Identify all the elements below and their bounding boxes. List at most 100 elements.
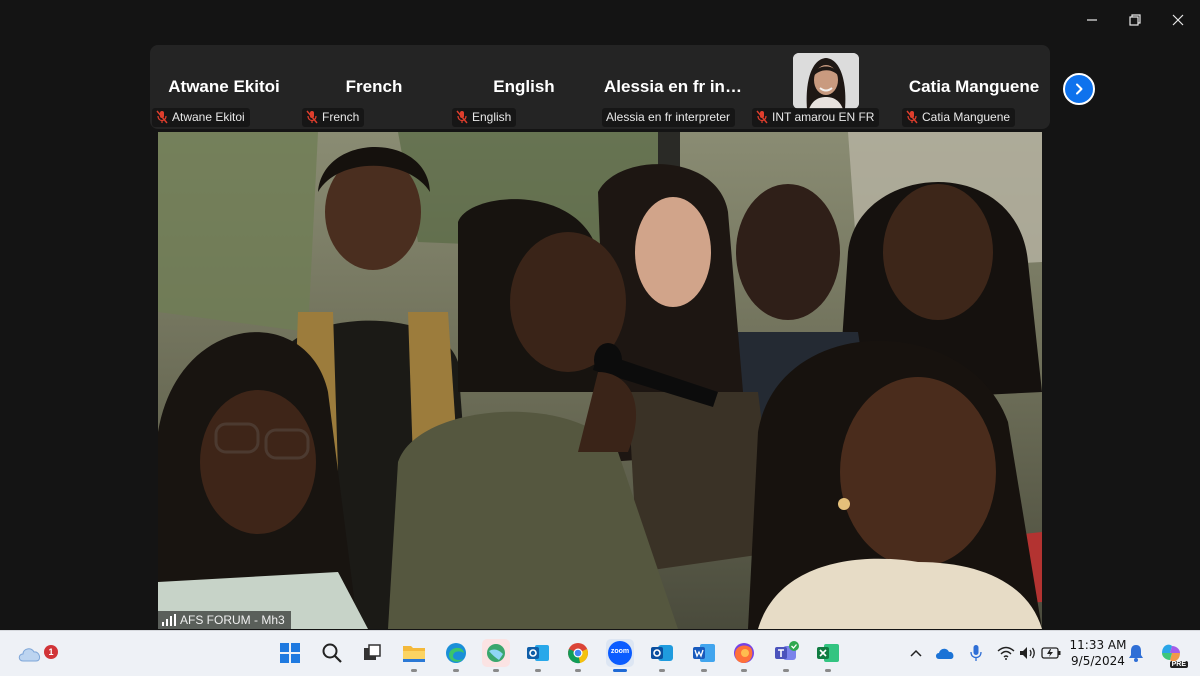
video-frame <box>158 132 1042 629</box>
active-indicator <box>613 669 627 672</box>
zoom-icon-label: zoom <box>610 648 630 655</box>
teams-icon <box>775 641 799 660</box>
search-icon <box>322 643 342 663</box>
volume-tray-button[interactable] <box>1018 643 1038 663</box>
participant-label: English <box>452 108 517 127</box>
maps-icon <box>487 644 505 662</box>
next-participants-button[interactable] <box>1063 73 1095 105</box>
excel-icon <box>817 644 839 662</box>
clock-date: 9/5/2024 <box>1071 654 1125 668</box>
volume-icon <box>1020 647 1035 659</box>
copilot-button[interactable]: PRE <box>1158 640 1188 668</box>
mic-muted-icon <box>306 110 318 124</box>
wifi-icon <box>997 646 1015 660</box>
taskbar-app-outlook-new[interactable] <box>648 639 676 672</box>
running-indicator <box>741 669 747 672</box>
notification-badge: 1 <box>44 645 58 659</box>
running-indicator <box>659 669 665 672</box>
bell-icon <box>1129 645 1143 662</box>
task-view-button[interactable] <box>358 639 386 667</box>
taskbar-clock[interactable]: 11:33 AM 9/5/2024 <box>1068 637 1128 669</box>
participant-label-text: French <box>322 110 360 124</box>
taskbar-app-outlook[interactable] <box>524 639 552 672</box>
participant-name: Catia Manguene <box>908 77 1040 96</box>
close-icon <box>1172 14 1184 26</box>
video-label: AFS FORUM - Mh3 <box>158 611 291 629</box>
word-icon <box>693 644 715 662</box>
running-indicator <box>825 669 831 672</box>
mic-muted-icon <box>156 110 168 124</box>
participant-name: French <box>345 77 403 96</box>
participant-label: INT amarou EN FR <box>752 108 880 127</box>
wifi-tray-button[interactable] <box>996 643 1016 663</box>
chevron-right-icon <box>1076 83 1083 95</box>
participant-tile[interactable]: French French <box>300 45 448 129</box>
participant-tile[interactable]: Atwane Ekitoi Atwane Ekitoi <box>150 45 298 129</box>
close-button[interactable] <box>1158 8 1198 32</box>
firefox-icon <box>734 643 754 663</box>
show-hidden-icons-button[interactable] <box>906 643 926 663</box>
participant-label: Atwane Ekitoi <box>152 108 250 127</box>
active-speaker-video[interactable]: AFS FORUM - Mh3 <box>158 132 1042 629</box>
windows-start-icon <box>280 643 300 663</box>
battery-charging-icon <box>1041 647 1061 659</box>
microphone-icon <box>970 645 982 661</box>
outlook-new-icon <box>651 645 673 661</box>
preview-badge: PRE <box>1169 661 1188 668</box>
participant-label: French <box>302 108 365 127</box>
taskbar-app-edge[interactable] <box>442 639 470 672</box>
taskbar-app-file-explorer[interactable] <box>400 639 428 672</box>
participant-tile[interactable]: Catia Manguene Catia Manguene <box>900 45 1048 129</box>
taskbar-app-excel[interactable] <box>814 639 842 672</box>
search-button[interactable] <box>318 639 346 667</box>
zoom-meeting-window: Atwane Ekitoi Atwane Ekitoi French Frenc… <box>0 0 1200 630</box>
mic-muted-icon <box>906 110 918 124</box>
signal-bars-icon <box>162 614 176 626</box>
windows-taskbar: 1 zoom 11:33 AM 9/5/2024 PRE <box>0 630 1200 676</box>
running-indicator <box>575 669 581 672</box>
taskbar-app-zoom[interactable]: zoom <box>606 639 634 672</box>
chrome-icon <box>568 643 588 664</box>
taskbar-app-word[interactable] <box>690 639 718 672</box>
cloud-icon <box>18 648 41 662</box>
taskbar-app-chrome[interactable] <box>564 639 592 672</box>
participant-tile[interactable]: Alessia en fr int... Alessia en fr inter… <box>600 45 748 129</box>
participant-label-text: English <box>472 110 512 124</box>
clock-time: 11:33 AM <box>1069 638 1127 652</box>
taskbar-app-firefox[interactable] <box>730 639 758 672</box>
running-indicator <box>535 669 541 672</box>
running-indicator <box>453 669 459 672</box>
participant-name: Atwane Ekitoi <box>168 77 280 96</box>
running-indicator <box>493 669 499 672</box>
chevron-up-icon <box>910 649 922 657</box>
participant-label-text: Catia Manguene <box>922 110 1011 124</box>
onedrive-icon <box>936 648 954 659</box>
notifications-button[interactable] <box>1126 643 1146 663</box>
mic-muted-icon <box>456 110 468 124</box>
restore-button[interactable] <box>1115 8 1155 32</box>
onedrive-tray-button[interactable] <box>935 643 955 663</box>
taskbar-app-maps[interactable] <box>482 639 510 672</box>
weather-widget[interactable]: 1 <box>16 639 58 667</box>
taskbar-app-teams[interactable] <box>772 639 800 672</box>
battery-tray-button[interactable] <box>1041 643 1061 663</box>
file-explorer-icon <box>403 646 425 662</box>
task-view-icon <box>364 644 381 660</box>
participant-label-text: Alessia en fr interpreter <box>606 110 731 124</box>
start-button[interactable] <box>276 639 304 667</box>
restore-icon <box>1129 14 1141 26</box>
participant-name: Alessia en fr int... <box>604 77 745 96</box>
outlook-icon <box>527 645 549 661</box>
participant-label-text: Atwane Ekitoi <box>172 110 245 124</box>
running-indicator <box>783 669 789 672</box>
participant-video-thumbnail <box>793 53 859 109</box>
participant-strip: Atwane Ekitoi Atwane Ekitoi French Frenc… <box>150 45 1095 129</box>
mic-muted-icon <box>756 110 768 124</box>
edge-icon <box>446 643 466 663</box>
minimize-button[interactable] <box>1072 8 1112 32</box>
running-indicator <box>411 669 417 672</box>
microphone-tray-button[interactable] <box>966 643 986 663</box>
participant-label: Alessia en fr interpreter <box>602 108 736 127</box>
participant-tile[interactable]: INT amarou EN FR <box>750 45 898 129</box>
participant-tile[interactable]: English English <box>450 45 598 129</box>
